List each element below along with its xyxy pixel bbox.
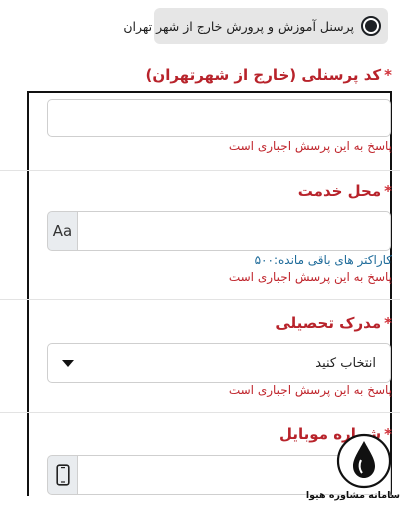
ink-drop-logo-icon: [336, 433, 392, 489]
question-label-personnel-code: *کد پرسنلی (خارج از شهرتهران): [145, 66, 392, 84]
text-type-icon: Aa: [47, 211, 77, 251]
remaining-characters-counter: کاراکتر های باقی مانده:۵۰۰: [254, 253, 392, 267]
question-label-place-of-service: *محل خدمت: [297, 182, 392, 200]
personnel-code-input[interactable]: [47, 99, 391, 137]
error-message-education-degree: پاسخ به این پرسش اجباری است: [228, 383, 392, 397]
watermark-text: سامانه مشاوره هیوا: [305, 490, 400, 501]
watermark-logo: سامانه مشاوره هیوا: [305, 430, 400, 508]
required-star: *: [384, 182, 392, 200]
error-message-place-of-service: پاسخ به این پرسش اجباری است: [228, 270, 392, 284]
section-divider: [0, 412, 400, 413]
radio-button[interactable]: [361, 16, 381, 36]
caret-down-icon: [62, 359, 74, 367]
radio-option-label: پرسنل آموزش و پرورش خارج از شهر تهران: [123, 18, 354, 34]
required-star: *: [384, 314, 392, 332]
select-placeholder: انتخاب کنید: [315, 355, 376, 371]
radio-selected-dot: [365, 20, 377, 32]
radio-option-outside-tehran[interactable]: پرسنل آموزش و پرورش خارج از شهر تهران: [123, 8, 388, 44]
section-divider: [0, 299, 400, 300]
place-of-service-input-group: Aa: [47, 211, 391, 251]
required-star: *: [384, 66, 392, 84]
education-degree-select[interactable]: انتخاب کنید: [47, 343, 391, 383]
mobile-phone-icon: [47, 455, 77, 495]
question-label-education-degree: *مدرک تحصیلی: [275, 314, 392, 332]
error-message-personnel-code: پاسخ به این پرسش اجباری است: [228, 139, 392, 153]
section-divider: [0, 170, 400, 171]
place-of-service-input[interactable]: [77, 211, 391, 251]
